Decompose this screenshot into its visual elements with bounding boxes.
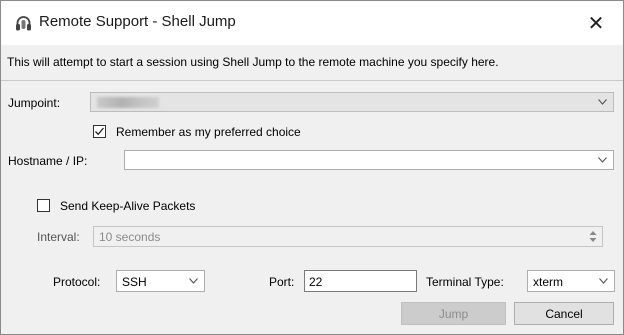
divider xyxy=(1,80,623,81)
title-bar: Remote Support - Shell Jump ✕ xyxy=(1,1,623,45)
remember-label: Remember as my preferred choice xyxy=(116,125,301,139)
port-input[interactable]: 22 xyxy=(304,270,417,292)
checkmark-icon xyxy=(95,127,104,136)
protocol-select[interactable]: SSH xyxy=(116,270,205,292)
dialog-window: Remote Support - Shell Jump ✕ This will … xyxy=(0,0,624,335)
jumpoint-redacted-value xyxy=(97,97,159,108)
window-title: Remote Support - Shell Jump xyxy=(39,13,236,30)
description-text: This will attempt to start a session usi… xyxy=(7,55,499,69)
hostname-input[interactable] xyxy=(124,150,614,170)
chevron-down-icon xyxy=(599,278,608,284)
dialog-body: This will attempt to start a session usi… xyxy=(1,45,623,334)
chevron-down-icon xyxy=(598,99,607,105)
keepalive-checkbox[interactable] xyxy=(37,199,50,212)
keepalive-label: Send Keep-Alive Packets xyxy=(60,199,196,213)
hostname-label: Hostname / IP: xyxy=(8,154,88,168)
port-label: Port: xyxy=(269,275,295,289)
jumpoint-label: Jumpoint: xyxy=(8,96,61,110)
cancel-button[interactable]: Cancel xyxy=(514,302,614,325)
headset-icon xyxy=(16,16,31,31)
jumpoint-select[interactable] xyxy=(90,92,614,112)
close-icon[interactable]: ✕ xyxy=(579,9,613,37)
jump-button[interactable]: Jump xyxy=(401,302,506,325)
chevron-down-icon xyxy=(598,157,607,163)
chevron-down-icon xyxy=(189,278,198,284)
interval-spinner[interactable]: 10 seconds xyxy=(93,226,603,247)
protocol-label: Protocol: xyxy=(53,275,101,289)
terminal-type-label: Terminal Type: xyxy=(426,275,504,289)
terminal-type-select[interactable]: xterm xyxy=(527,270,615,292)
spinner-arrows-icon xyxy=(589,231,597,242)
interval-label: Interval: xyxy=(37,230,80,244)
remember-checkbox[interactable] xyxy=(93,125,106,138)
